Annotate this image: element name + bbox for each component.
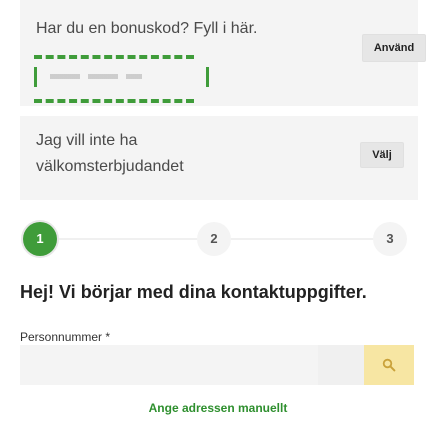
highlight-border-bottom bbox=[34, 99, 194, 103]
personnummer-label: Personnummer * bbox=[20, 330, 111, 344]
personnummer-input[interactable] bbox=[20, 345, 364, 385]
bonus-code-panel: Har du en bonuskod? Fyll i här. Använd bbox=[20, 0, 426, 106]
step-2-indicator: 2 bbox=[197, 222, 231, 256]
highlight-border-left bbox=[34, 67, 37, 87]
step-3-indicator: 3 bbox=[373, 222, 407, 256]
manual-address-link[interactable]: Ange adressen manuellt bbox=[0, 401, 436, 415]
step-1-indicator: 1 bbox=[23, 222, 57, 256]
choose-no-offer-button[interactable]: Välj bbox=[360, 142, 404, 168]
personnummer-input-end bbox=[318, 345, 364, 385]
apply-bonus-button[interactable]: Använd bbox=[362, 34, 426, 62]
search-icon bbox=[382, 358, 396, 372]
search-address-button[interactable] bbox=[364, 345, 414, 385]
no-welcome-offer-panel: Jag vill inte ha välkomsterbjudandet Väl… bbox=[20, 116, 418, 200]
highlight-border-right bbox=[206, 67, 209, 87]
highlight-border-top bbox=[34, 55, 194, 59]
form-heading: Hej! Vi börjar med dina kontaktuppgifter… bbox=[20, 282, 367, 302]
bonus-code-prompt: Har du en bonuskod? Fyll i här. bbox=[36, 20, 258, 37]
no-welcome-offer-text: Jag vill inte ha välkomsterbjudandet bbox=[36, 132, 184, 175]
bonus-code-input[interactable] bbox=[50, 74, 142, 79]
